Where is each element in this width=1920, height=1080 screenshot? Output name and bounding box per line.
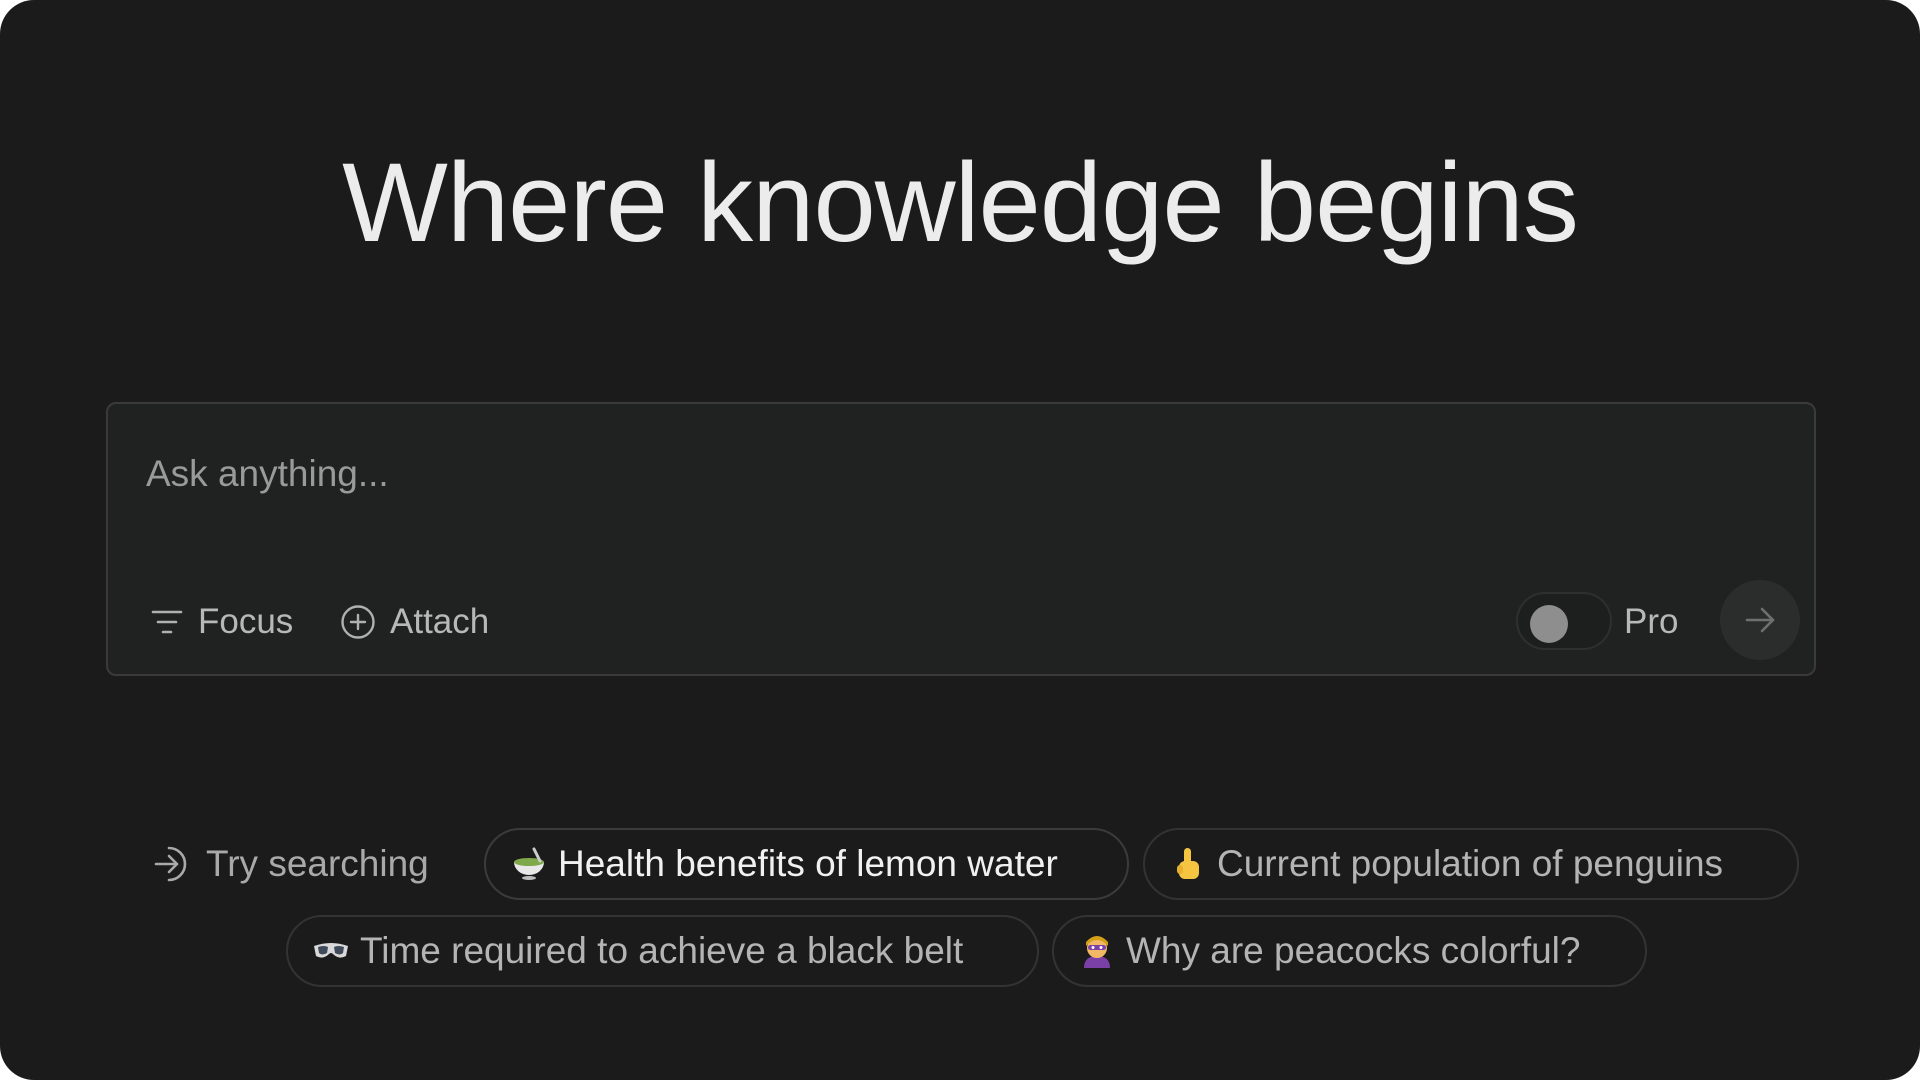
suggestion-text: Why are peacocks colorful? [1126, 930, 1581, 971]
search-input[interactable] [146, 434, 1766, 514]
attach-button[interactable]: Attach [340, 592, 489, 652]
try-searching-label: Try searching [152, 834, 429, 894]
suggestion-chip[interactable]: Why are peacocks colorful? [1052, 915, 1647, 987]
plus-circle-icon [340, 604, 376, 640]
submit-button[interactable] [1720, 580, 1800, 660]
filter-icon [150, 605, 184, 639]
suggestion-text: Health benefits of lemon water [558, 843, 1058, 884]
ask-box: Focus Attach Pro [106, 402, 1816, 676]
attach-label: Attach [390, 602, 490, 641]
suggestion-text: Time required to achieve a black belt [360, 930, 964, 971]
suggestion-chip[interactable]: Current population of penguins [1143, 828, 1799, 900]
suggestion-chip[interactable]: Time required to achieve a black belt [286, 915, 1039, 987]
app-window: Where knowledge begins Focus Att [0, 0, 1920, 1080]
page-title: Where knowledge begins [342, 140, 1579, 265]
focus-label: Focus [198, 602, 294, 641]
arrow-right-in-icon [152, 844, 192, 884]
goggles-icon [312, 932, 350, 970]
suggestion-text: Current population of penguins [1217, 843, 1724, 884]
superhero-icon [1078, 932, 1116, 970]
arrow-right-icon [1743, 603, 1777, 637]
backhand-index-pointing-up-icon [1169, 845, 1207, 883]
bowl-with-spoon-icon [510, 845, 548, 883]
pro-toggle-knob [1530, 605, 1568, 643]
pro-toggle[interactable] [1516, 592, 1612, 650]
suggestion-chip[interactable]: Health benefits of lemon water [484, 828, 1129, 900]
focus-button[interactable]: Focus [150, 592, 293, 652]
pro-label: Pro [1624, 602, 1679, 641]
